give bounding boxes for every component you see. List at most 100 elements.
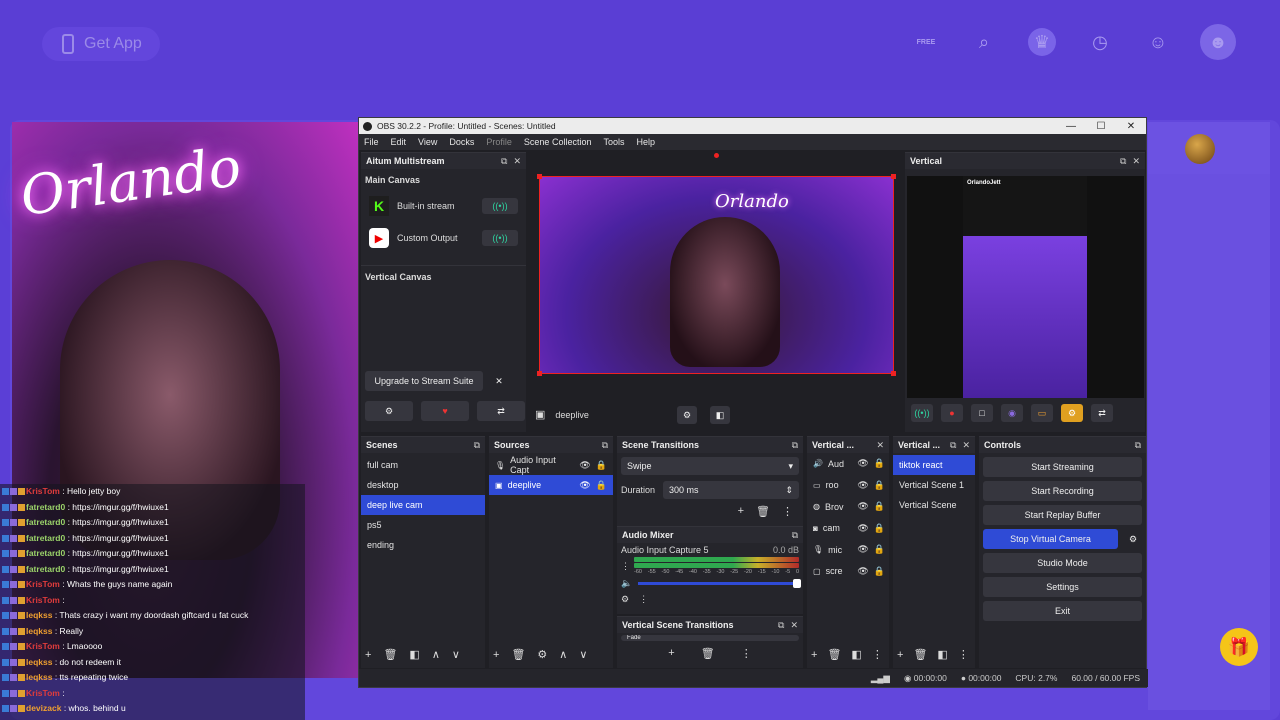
filter-icon[interactable]: ◧ [409, 648, 419, 661]
close-icon[interactable]: ✕ [790, 620, 798, 631]
stop-virtual-camera-button[interactable]: Stop Virtual Camera [983, 529, 1118, 549]
settings-button[interactable]: Settings [983, 577, 1142, 597]
more-icon[interactable]: ⋮ [741, 647, 752, 660]
stop-icon[interactable]: □ [971, 404, 993, 422]
more-icon[interactable]: ⋮ [872, 648, 883, 661]
vsource-item[interactable]: ◙ cam 👁 🔒 [807, 518, 889, 540]
eye-icon[interactable]: 👁 [857, 480, 868, 491]
lock-icon[interactable]: 🔒 [874, 544, 885, 555]
eye-icon[interactable]: 👁 [857, 501, 868, 512]
vscene-item[interactable]: Vertical Scene 1 [893, 475, 975, 495]
more-icon[interactable]: ⋮ [958, 648, 969, 661]
close-icon[interactable]: ✕ [489, 371, 509, 391]
vsource-item[interactable]: ▭ roo 👁 🔒 [807, 475, 889, 497]
float-icon[interactable]: ⧉ [792, 530, 798, 541]
clock-icon[interactable]: ◷ [1086, 28, 1114, 56]
chat-username[interactable]: fatretard0 [26, 517, 65, 527]
float-icon[interactable]: ⧉ [1135, 440, 1141, 451]
chat-username[interactable]: KrisTom [26, 688, 60, 698]
maximize-icon[interactable]: ☐ [1086, 121, 1116, 132]
menu-item-scene-collection[interactable]: Scene Collection [524, 137, 592, 147]
close-icon[interactable]: ✕ [962, 440, 970, 451]
delete-icon[interactable]: 🗑 [511, 648, 525, 661]
stream-icon[interactable]: ((•)) [911, 404, 933, 422]
stream-toggle-button[interactable]: ((•)) [482, 198, 518, 214]
menu-item-docks[interactable]: Docks [449, 137, 474, 147]
volume-slider[interactable] [638, 579, 801, 588]
delete-icon[interactable]: 🗑 [383, 648, 397, 661]
free-icon[interactable]: FREE [912, 28, 940, 56]
vertical-preview[interactable]: OrlandoJett [907, 176, 1144, 398]
get-app-button[interactable]: Get App [42, 27, 160, 61]
rotate-handle[interactable] [714, 153, 719, 158]
float-icon[interactable]: ⧉ [1120, 156, 1126, 167]
more-icon[interactable]: ⋮ [621, 561, 630, 572]
vsource-item[interactable]: ▢ scre 👁 🔒 [807, 561, 889, 583]
search-icon[interactable]: ⌕ [970, 28, 998, 56]
vsource-item[interactable]: 🎙 mic 👁 🔒 [807, 539, 889, 561]
lock-icon[interactable]: 🔒 [874, 523, 885, 534]
add-icon[interactable]: + [811, 649, 817, 661]
record-icon[interactable]: ● [941, 404, 963, 422]
lock-icon[interactable]: 🔒 [596, 480, 607, 491]
crown-icon[interactable]: ♛ [1028, 28, 1056, 56]
menu-item-help[interactable]: Help [636, 137, 655, 147]
chat-username[interactable]: leqkss [26, 657, 52, 667]
menu-item-tools[interactable]: Tools [603, 137, 624, 147]
chat-username[interactable]: leqkss [26, 626, 52, 636]
vsource-item[interactable]: 🔊 Aud 👁 🔒 [807, 453, 889, 475]
chat-username[interactable]: KrisTom [26, 579, 60, 589]
add-icon[interactable]: + [668, 647, 674, 660]
up-icon[interactable]: ∧ [559, 648, 567, 661]
eye-icon[interactable]: 👁 [857, 458, 868, 469]
resize-handle[interactable] [891, 174, 896, 179]
menu-item-view[interactable]: View [418, 137, 437, 147]
down-icon[interactable]: ∨ [579, 648, 587, 661]
settings-icon[interactable]: ⚙ [677, 406, 697, 424]
eye-icon[interactable]: 👁 [579, 460, 590, 471]
menu-item-profile[interactable]: Profile [486, 137, 512, 147]
add-icon[interactable]: + [365, 649, 371, 661]
chat-username[interactable]: leqkss [26, 672, 52, 682]
close-icon[interactable]: ✕ [876, 440, 884, 451]
settings-icon[interactable]: ⚙ [365, 401, 413, 421]
exit-button[interactable]: Exit [983, 601, 1142, 621]
resize-handle[interactable] [537, 371, 542, 376]
settings-icon[interactable]: ⚙ [537, 648, 547, 661]
share-icon[interactable]: ⇄ [477, 401, 525, 421]
lock-icon[interactable]: 🔒 [874, 501, 885, 512]
vscene-item[interactable]: tiktok react [893, 455, 975, 475]
more-icon[interactable]: ⋮ [782, 505, 793, 518]
speaker-icon[interactable]: 🔈 [621, 578, 632, 589]
resize-handle[interactable] [891, 371, 896, 376]
delete-icon[interactable]: 🗑 [756, 505, 770, 518]
lock-icon[interactable]: 🔒 [596, 460, 607, 471]
upgrade-button[interactable]: Upgrade to Stream Suite [365, 371, 483, 391]
scene-item[interactable]: ending [361, 535, 485, 555]
layout-icon[interactable]: ◧ [710, 406, 730, 424]
eye-icon[interactable]: 👁 [857, 544, 868, 555]
transition-select[interactable]: Swipe ▾ [621, 457, 799, 475]
chat-icon[interactable]: ☺ [1144, 28, 1172, 56]
more-icon[interactable]: ⋮ [639, 594, 648, 605]
start-replay-buffer-button[interactable]: Start Replay Buffer [983, 505, 1142, 525]
start-recording-button[interactable]: Start Recording [983, 481, 1142, 501]
filter-icon[interactable]: ◧ [937, 648, 947, 661]
chat-username[interactable]: leqkss [26, 610, 52, 620]
minimize-icon[interactable]: — [1056, 121, 1086, 132]
vsource-item[interactable]: ◍ Brov 👁 🔒 [807, 496, 889, 518]
add-icon[interactable]: + [738, 505, 744, 518]
duration-input[interactable]: 300 ms ⇕ [663, 481, 799, 499]
virtualcam-icon[interactable]: ◉ [1001, 404, 1023, 422]
menu-item-file[interactable]: File [364, 137, 379, 147]
float-icon[interactable]: ⧉ [602, 440, 608, 451]
source-item[interactable]: 🎙 Audio Input Capt 👁 🔒 [489, 455, 613, 475]
float-icon[interactable]: ⧉ [474, 440, 480, 451]
menu-item-edit[interactable]: Edit [391, 137, 407, 147]
vt-select[interactable]: Fade [621, 635, 799, 641]
start-streaming-button[interactable]: Start Streaming [983, 457, 1142, 477]
resize-handle[interactable] [537, 174, 542, 179]
delete-icon[interactable]: 🗑 [701, 647, 715, 660]
delete-icon[interactable]: 🗑 [827, 648, 841, 661]
close-icon[interactable]: ✕ [513, 156, 521, 167]
